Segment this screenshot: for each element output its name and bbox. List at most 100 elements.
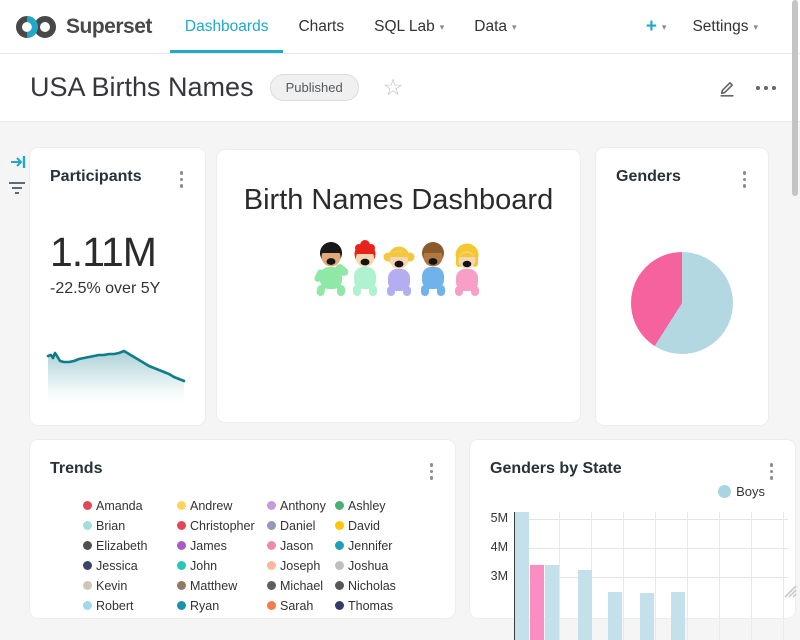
bar-boys-6[interactable] xyxy=(671,592,685,640)
legend-dot xyxy=(83,501,92,510)
gridline xyxy=(783,512,784,640)
legend-dot xyxy=(335,541,344,550)
page-title: USA Births Names xyxy=(30,72,254,103)
nav-item-data[interactable]: Data▾ xyxy=(459,0,531,53)
page-scrollbar[interactable] xyxy=(792,0,798,196)
legend-item-john[interactable]: John xyxy=(177,556,267,576)
legend-dot xyxy=(177,581,186,590)
header-actions xyxy=(716,77,776,99)
legend-dot xyxy=(177,541,186,550)
legend-dot xyxy=(335,581,344,590)
bar-girls-1[interactable] xyxy=(530,565,544,640)
legend-item-michael[interactable]: Michael xyxy=(267,576,335,596)
ellipsis-icon xyxy=(756,86,760,90)
nav-item-dashboards[interactable]: Dashboards xyxy=(170,0,284,53)
card-menu-button[interactable] xyxy=(739,168,751,191)
dashboard-heading: Birth Names Dashboard xyxy=(217,184,580,217)
trends-card: Trends AmandaAndrewAnthonyAshleyBrianChr… xyxy=(30,440,455,618)
legend-item-kevin[interactable]: Kevin xyxy=(83,576,177,596)
legend-item-jessica[interactable]: Jessica xyxy=(83,556,177,576)
markdown-card: Birth Names Dashboard xyxy=(217,150,580,422)
card-title: Participants xyxy=(50,168,142,186)
legend-item-amanda[interactable]: Amanda xyxy=(83,496,177,516)
y-axis-tick: 4M xyxy=(470,540,508,554)
participants-card: Participants 1.11M -22.5% over 5Y xyxy=(30,148,205,425)
legend-item-ashley[interactable]: Ashley xyxy=(335,496,435,516)
legend-dot xyxy=(177,501,186,510)
chevron-down-icon: ▾ xyxy=(753,22,758,33)
legend-dot xyxy=(83,561,92,570)
legend-item-sarah[interactable]: Sarah xyxy=(267,596,335,616)
legend-item-james[interactable]: James xyxy=(177,536,267,556)
legend-item-andrew[interactable]: Andrew xyxy=(177,496,267,516)
legend-dot xyxy=(83,581,92,590)
published-badge[interactable]: Published xyxy=(270,74,359,101)
pencil-icon xyxy=(716,77,738,99)
legend-dot xyxy=(83,601,92,610)
legend-dot xyxy=(177,561,186,570)
legend-dot xyxy=(335,561,344,570)
plus-icon: + xyxy=(646,17,657,36)
legend-dot xyxy=(177,521,186,530)
card-menu-button[interactable] xyxy=(176,168,188,191)
settings-menu[interactable]: Settings ▾ xyxy=(678,18,772,36)
favorite-star-icon[interactable]: ☆ xyxy=(383,76,404,99)
genders-pie-chart[interactable] xyxy=(631,252,733,354)
legend-dot xyxy=(83,521,92,530)
filter-list-icon xyxy=(8,180,26,196)
nav-item-charts[interactable]: Charts xyxy=(283,0,359,53)
card-title: Genders xyxy=(616,168,681,186)
gridline xyxy=(655,512,656,640)
bar-boys-2[interactable] xyxy=(545,565,559,640)
card-menu-button[interactable] xyxy=(426,460,438,483)
legend-dot xyxy=(267,561,276,570)
chevron-down-icon: ▾ xyxy=(512,22,517,33)
more-actions-button[interactable] xyxy=(756,86,776,90)
legend-dot xyxy=(267,601,276,610)
dashboard-header: USA Births Names Published ☆ xyxy=(0,54,800,122)
legend-dot xyxy=(267,501,276,510)
bar-boys-4[interactable] xyxy=(608,592,622,640)
settings-label: Settings xyxy=(692,18,748,36)
legend-item-anthony[interactable]: Anthony xyxy=(267,496,335,516)
superset-logo[interactable]: Superset xyxy=(14,13,152,41)
legend-item-robert[interactable]: Robert xyxy=(83,596,177,616)
gridline xyxy=(719,512,720,640)
legend-item-brian[interactable]: Brian xyxy=(83,516,177,536)
edit-dashboard-button[interactable] xyxy=(716,77,738,99)
legend-item-elizabeth[interactable]: Elizabeth xyxy=(83,536,177,556)
legend-item-jennifer[interactable]: Jennifer xyxy=(335,536,435,556)
infinity-logo-icon xyxy=(14,13,58,41)
trends-legend: AmandaAndrewAnthonyAshley BrianChristophe… xyxy=(30,496,455,616)
legend-item-david[interactable]: David xyxy=(335,516,435,536)
legend-item-thomas[interactable]: Thomas xyxy=(335,596,435,616)
gridline xyxy=(687,512,688,640)
chevron-down-icon: ▾ xyxy=(440,22,445,33)
legend-item-nicholas[interactable]: Nicholas xyxy=(335,576,435,596)
legend-item-joseph[interactable]: Joseph xyxy=(267,556,335,576)
gridline xyxy=(514,548,788,549)
big-number-subheader: -22.5% over 5Y xyxy=(50,280,205,298)
big-number-value: 1.11M xyxy=(50,229,205,276)
gridline xyxy=(559,512,560,640)
legend-item-jason[interactable]: Jason xyxy=(267,536,335,556)
arrow-right-to-bar-icon xyxy=(9,153,27,171)
expand-filter-bar-button[interactable] xyxy=(9,153,27,176)
legend-item-joshua[interactable]: Joshua xyxy=(335,556,435,576)
y-axis-tick: 3M xyxy=(470,569,508,583)
nav-item-sql-lab[interactable]: SQL Lab▾ xyxy=(359,0,459,53)
legend-item-christopher[interactable]: Christopher xyxy=(177,516,267,536)
legend-dot xyxy=(267,521,276,530)
legend-dot xyxy=(267,581,276,590)
filter-icon[interactable] xyxy=(8,180,26,201)
bar-boys-0[interactable] xyxy=(515,512,529,640)
new-item-button[interactable]: + ▾ xyxy=(634,17,679,36)
resize-handle-icon[interactable] xyxy=(781,584,797,598)
legend-item-daniel[interactable]: Daniel xyxy=(267,516,335,536)
gridline xyxy=(751,512,752,640)
legend-item-ryan[interactable]: Ryan xyxy=(177,596,267,616)
legend-dot xyxy=(267,541,276,550)
bar-boys-3[interactable] xyxy=(578,570,592,640)
legend-item-matthew[interactable]: Matthew xyxy=(177,576,267,596)
five-children-illustration xyxy=(313,239,485,297)
